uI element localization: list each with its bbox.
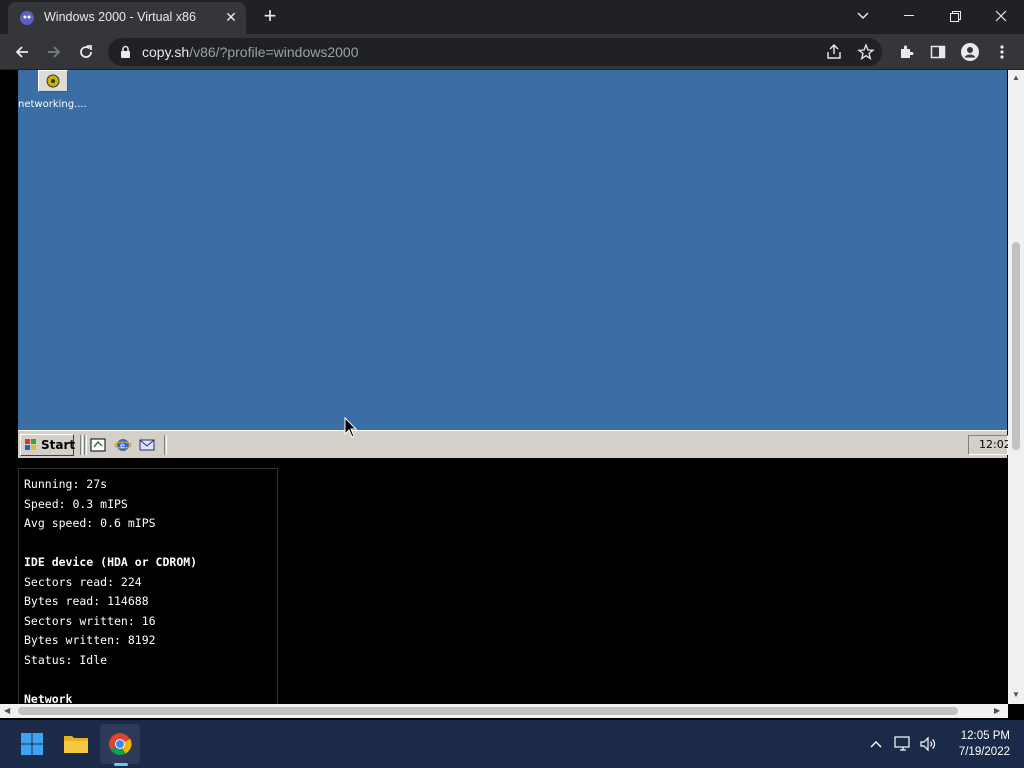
tab-search-icon[interactable]	[840, 0, 886, 32]
desktop-network-icon[interactable]	[38, 70, 68, 92]
share-icon[interactable]	[825, 43, 843, 61]
extensions-icon[interactable]	[894, 40, 918, 64]
start-label: Start	[41, 438, 76, 452]
browser-toolbar: copy.sh/v86/?profile=windows2000	[0, 34, 1024, 70]
vertical-scrollbar[interactable]: ▲ ▼	[1008, 70, 1024, 704]
chrome-menu-icon[interactable]	[990, 40, 1014, 64]
vm-screen[interactable]: networking....	[18, 70, 1007, 458]
stat-sectors-written: Sectors written: 16	[24, 613, 156, 628]
system-clock[interactable]: 12:05 PM 7/19/2022	[946, 728, 1010, 760]
volume-icon[interactable]	[918, 734, 938, 754]
desktop-icon-label: networking....	[18, 99, 87, 110]
mouse-cursor-icon	[344, 417, 358, 438]
svg-text:e: e	[120, 441, 125, 450]
taskbar-separator	[164, 435, 167, 455]
address-bar[interactable]: copy.sh/v86/?profile=windows2000	[108, 38, 882, 66]
scroll-up-icon[interactable]: ▲	[1012, 73, 1020, 82]
chrome-taskbar-icon[interactable]	[100, 724, 140, 764]
stat-status: Status: Idle	[24, 652, 108, 667]
stat-speed: Speed: 0.3 mIPS	[24, 496, 128, 511]
horizontal-scrollbar[interactable]: ◀ ▶	[0, 704, 1008, 718]
back-icon[interactable]	[10, 40, 34, 64]
os-taskbar: 12:05 PM 7/19/2022	[0, 720, 1024, 768]
network-icon[interactable]	[893, 734, 913, 754]
tab-close-icon[interactable]: ✕	[222, 8, 240, 26]
tab-title: Windows 2000 - Virtual x86	[44, 10, 196, 24]
scroll-down-icon[interactable]: ▼	[1012, 690, 1020, 699]
lock-icon[interactable]	[120, 45, 131, 59]
scroll-left-icon[interactable]: ◀	[4, 706, 10, 715]
bookmark-star-icon[interactable]	[857, 43, 875, 61]
show-desktop-icon[interactable]	[90, 437, 108, 453]
windows-flag-icon	[25, 439, 36, 450]
close-window-icon[interactable]	[978, 0, 1024, 32]
vm-start-button[interactable]: Start	[20, 434, 76, 456]
minimize-icon[interactable]	[886, 0, 932, 32]
stat-bytes-written: Bytes written: 8192	[24, 633, 156, 647]
scroll-right-icon[interactable]: ▶	[994, 706, 1000, 715]
browser-tab-bar: Windows 2000 - Virtual x86 ✕ +	[0, 0, 1024, 34]
stat-bytes-read: Bytes read: 114688	[24, 594, 149, 608]
windows-start-icon[interactable]	[12, 724, 52, 764]
side-panel-icon[interactable]	[926, 40, 950, 64]
internet-explorer-icon[interactable]: e	[114, 437, 132, 453]
vm-tray-clock: 12:02	[968, 435, 1008, 455]
profile-avatar-icon[interactable]	[958, 40, 982, 64]
network-header: Network	[24, 691, 73, 705]
clock-time: 12:05 PM	[960, 730, 1010, 742]
stat-avg-speed: Avg speed: 0.6 mIPS	[24, 516, 156, 530]
stat-running: Running: 27s	[24, 477, 108, 491]
vertical-scroll-thumb[interactable]	[1012, 242, 1020, 450]
page-content: networking.... Start e 12:02 Running: 27…	[0, 70, 1008, 704]
reload-icon[interactable]	[74, 40, 98, 64]
taskbar-separator	[84, 435, 87, 455]
browser-tab[interactable]: Windows 2000 - Virtual x86 ✕	[8, 2, 246, 34]
restore-icon[interactable]	[932, 0, 978, 32]
taskbar-separator	[80, 435, 83, 455]
ide-header: IDE device (HDA or CDROM)	[24, 555, 198, 569]
forward-icon[interactable]	[42, 40, 66, 64]
emulator-stats-panel: Running: 27s Speed: 0.3 mIPS Avg speed: …	[18, 468, 278, 704]
vm-taskbar: Start e 12:02	[18, 430, 1008, 458]
outlook-express-icon[interactable]	[138, 437, 156, 453]
clock-date: 7/19/2022	[958, 746, 1010, 758]
file-explorer-icon[interactable]	[56, 724, 96, 764]
url-text[interactable]: copy.sh/v86/?profile=windows2000	[142, 44, 359, 60]
stat-sectors-read: Sectors read: 224	[24, 574, 142, 589]
show-hidden-icons-icon[interactable]	[866, 734, 886, 754]
active-app-indicator	[114, 763, 128, 766]
horizontal-scroll-thumb[interactable]	[18, 707, 958, 715]
new-tab-icon[interactable]: +	[258, 5, 282, 29]
v86-favicon-icon	[20, 11, 34, 25]
